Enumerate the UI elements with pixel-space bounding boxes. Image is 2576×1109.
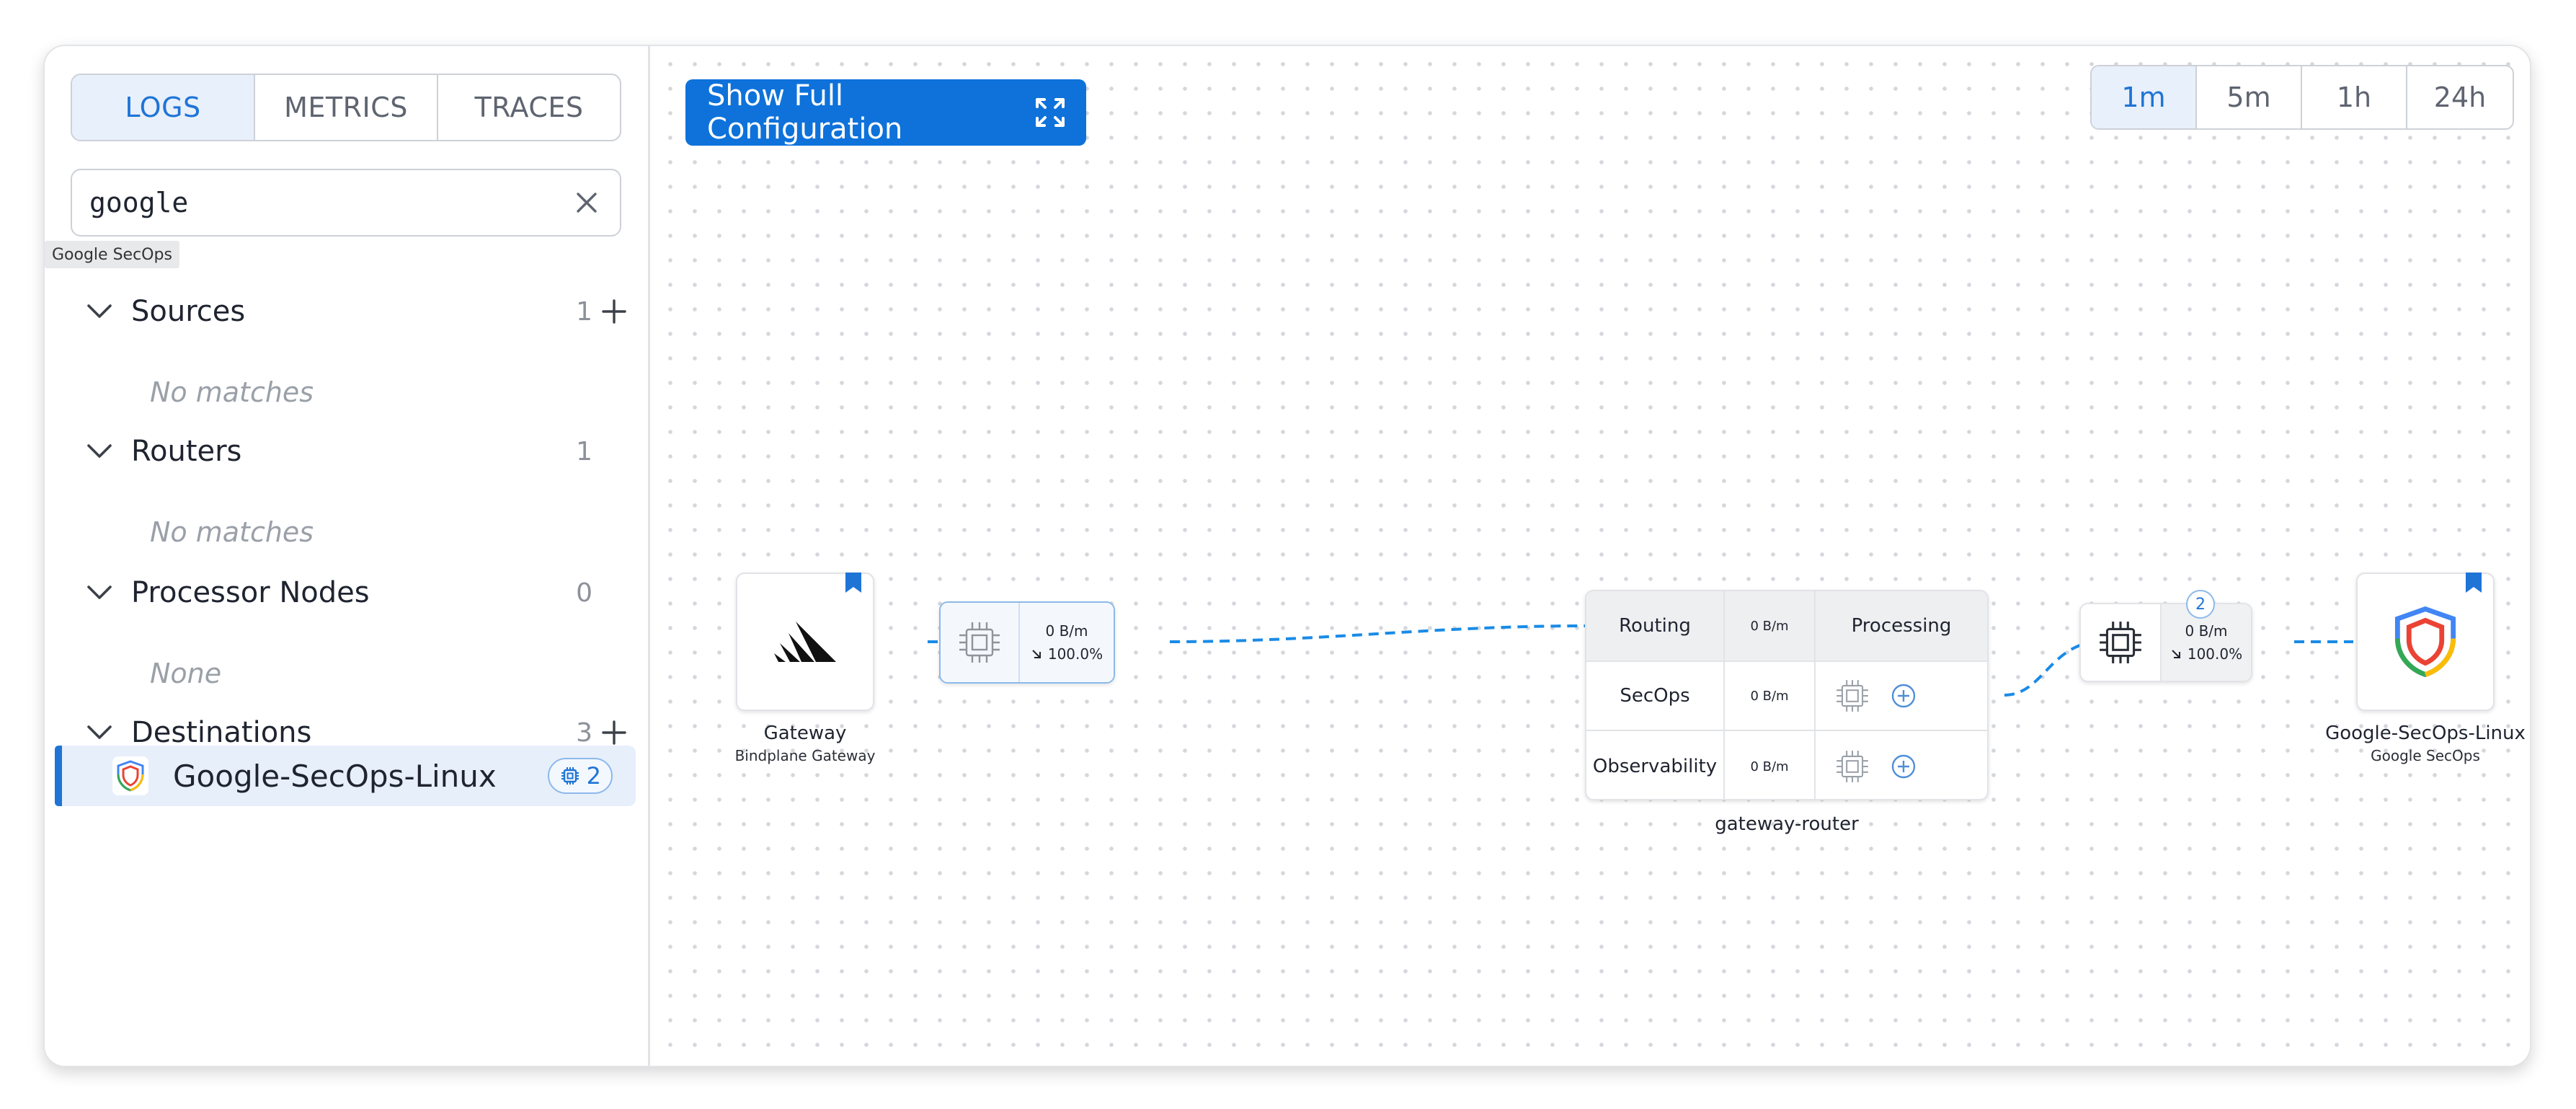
tab-metrics[interactable]: METRICS: [255, 75, 438, 140]
section-title: Destinations: [131, 716, 312, 749]
source-node-subtitle: Bindplane Gateway: [734, 747, 876, 764]
search-value[interactable]: google: [89, 187, 571, 218]
router-routing-header: Routing: [1586, 591, 1725, 660]
route-row[interactable]: SecOps 0 B/m: [1586, 662, 1987, 731]
arrow-down-right-icon: [2172, 650, 2180, 658]
bindplane-logo-icon: [774, 622, 836, 662]
processor-count-badge[interactable]: 2: [547, 758, 613, 794]
add-source-button[interactable]: [592, 290, 636, 333]
section-sources[interactable]: Sources 1: [85, 290, 636, 333]
expand-icon: [1033, 95, 1067, 130]
pipeline-canvas[interactable]: Show Full Configuration 1m 5m 1h 24h Gat…: [652, 46, 2530, 1066]
destination-node-google-secops[interactable]: [2356, 573, 2495, 711]
time-range-24h[interactable]: 24h: [2407, 66, 2513, 128]
router-name: gateway-router: [1715, 813, 1859, 835]
processor-ratio: 100.0%: [2187, 645, 2243, 663]
sources-empty: No matches: [150, 376, 314, 408]
tab-logs[interactable]: LOGS: [72, 75, 255, 140]
wire-processor-to-router: [1169, 624, 1586, 643]
processor-ratio: 100.0%: [1047, 645, 1103, 663]
router-node[interactable]: Routing 0 B/m Processing SecOps 0 B/m Ob…: [1585, 590, 1989, 800]
processor-node-2[interactable]: 0 B/m 100.0%: [2079, 603, 2252, 682]
time-range-1h[interactable]: 1h: [2302, 66, 2407, 128]
processor-count-badge: 2: [2186, 590, 2215, 619]
route-name: SecOps: [1586, 662, 1725, 730]
processor-node-1[interactable]: 0 B/m 100.0%: [939, 601, 1115, 684]
processors-empty: None: [150, 658, 222, 689]
router-processing-header: Processing: [1851, 615, 1952, 637]
section-title: Routers: [131, 435, 242, 468]
router-rate-header: 0 B/m: [1725, 591, 1816, 660]
chevron-down-icon[interactable]: [85, 718, 114, 747]
bookmark-icon: [845, 573, 861, 593]
chevron-down-icon[interactable]: [85, 578, 114, 607]
section-processor-nodes[interactable]: Processor Nodes 0: [85, 571, 636, 614]
section-title: Sources: [131, 295, 246, 328]
route-rate: 0 B/m: [1725, 731, 1816, 799]
processor-rate: 0 B/m: [2185, 622, 2228, 640]
route-name: Observability: [1586, 731, 1725, 799]
bookmark-icon: [2466, 573, 2482, 593]
processor-chip-icon: [2081, 604, 2162, 681]
route-rate: 0 B/m: [1725, 662, 1816, 730]
time-range-1m[interactable]: 1m: [2092, 66, 2197, 128]
badge-count: 2: [586, 762, 601, 790]
destination-label: Google-SecOps-Linux: [173, 758, 497, 794]
app-window: LOGS METRICS TRACES google Google SecOps…: [43, 45, 2531, 1067]
time-range-selector: 1m 5m 1h 24h: [2090, 65, 2514, 130]
pipeline-connections: [928, 624, 2353, 697]
processor-chip-icon[interactable]: [1834, 748, 1870, 785]
section-title: Processor Nodes: [131, 576, 370, 609]
source-node-title: Gateway: [763, 723, 847, 744]
arrow-down-right-icon: [1032, 650, 1041, 658]
chevron-down-icon[interactable]: [85, 437, 114, 466]
processor-rate: 0 B/m: [1045, 622, 1088, 640]
processor-chip-icon: [561, 767, 579, 785]
processor-chip-icon: [941, 603, 1020, 682]
show-full-configuration-button[interactable]: Show Full Configuration: [685, 79, 1086, 146]
search-input[interactable]: google: [71, 169, 621, 237]
tab-traces[interactable]: TRACES: [438, 75, 620, 140]
show-config-label: Show Full Configuration: [707, 79, 903, 146]
time-range-5m[interactable]: 5m: [2197, 66, 2302, 128]
section-routers[interactable]: Routers 1: [85, 430, 636, 473]
google-secops-shield-icon: [112, 756, 148, 795]
processor-chip-icon[interactable]: [1834, 678, 1870, 714]
section-count: 1: [576, 296, 592, 327]
telemetry-tabs: LOGS METRICS TRACES: [71, 74, 621, 141]
router-header: Routing 0 B/m Processing: [1586, 591, 1987, 662]
clear-icon[interactable]: [571, 187, 603, 218]
destination-node-title: Google-SecOps-Linux: [2325, 723, 2526, 744]
route-row[interactable]: Observability 0 B/m: [1586, 731, 1987, 799]
google-secops-shield-icon: [2394, 606, 2456, 678]
section-count: 0: [576, 578, 592, 608]
add-processor-icon[interactable]: [1891, 683, 1917, 709]
source-node-gateway[interactable]: [736, 573, 874, 711]
destination-node-subtitle: Google SecOps: [2371, 747, 2480, 764]
destination-list-item[interactable]: Google-SecOps-Linux 2: [55, 746, 636, 806]
add-processor-icon[interactable]: [1891, 754, 1917, 779]
search-tooltip: Google SecOps: [45, 241, 179, 268]
selection-indicator: [55, 746, 62, 806]
sidebar: LOGS METRICS TRACES google Google SecOps…: [45, 46, 650, 1066]
chevron-down-icon[interactable]: [85, 297, 114, 326]
routers-empty: No matches: [150, 516, 314, 548]
section-count: 1: [576, 436, 592, 467]
section-count: 3: [576, 717, 592, 748]
